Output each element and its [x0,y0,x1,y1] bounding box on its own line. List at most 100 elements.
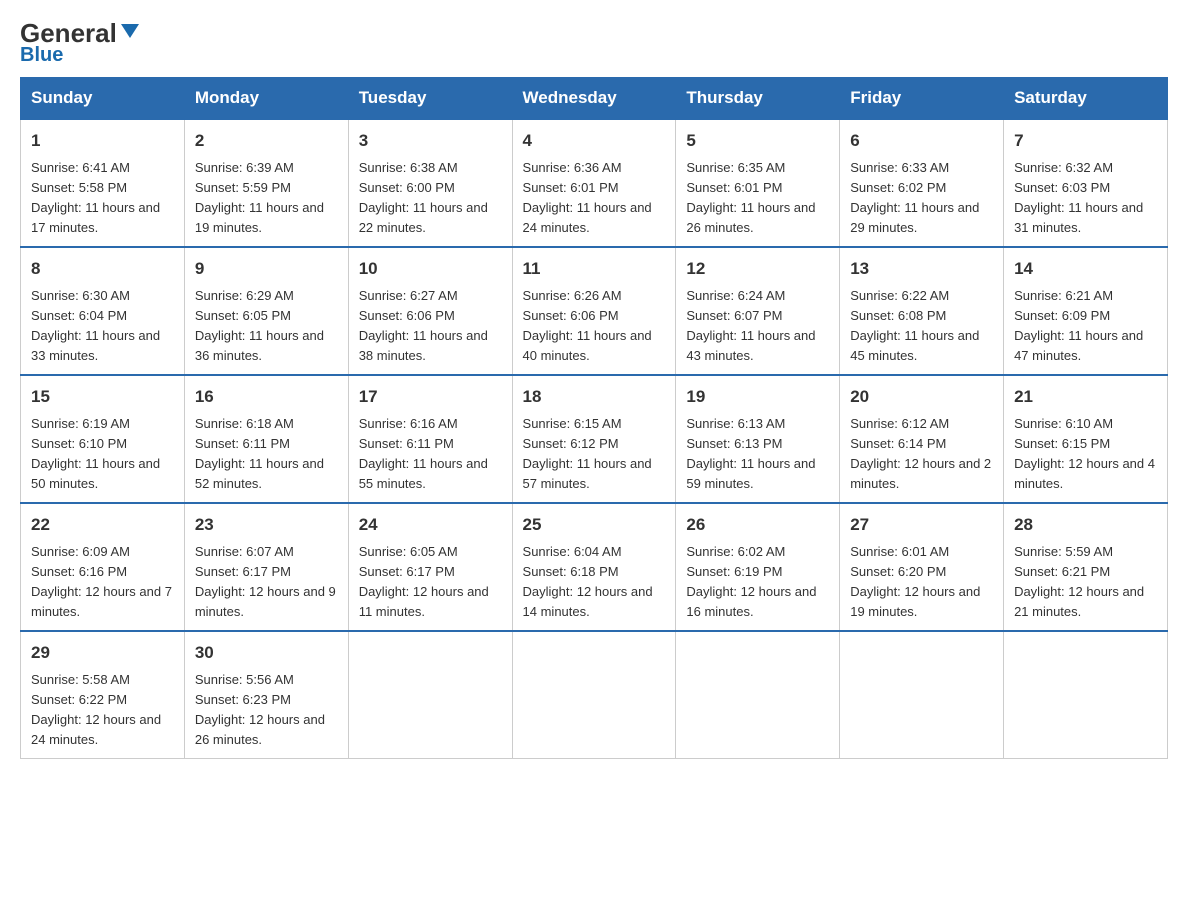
day-info: Sunrise: 5:59 AM Sunset: 6:21 PM Dayligh… [1014,542,1157,623]
calendar-cell: 25 Sunrise: 6:04 AM Sunset: 6:18 PM Dayl… [512,503,676,631]
day-number: 10 [359,256,502,282]
calendar-week-row: 29 Sunrise: 5:58 AM Sunset: 6:22 PM Dayl… [21,631,1168,759]
day-number: 5 [686,128,829,154]
day-info: Sunrise: 6:04 AM Sunset: 6:18 PM Dayligh… [523,542,666,623]
calendar-week-row: 22 Sunrise: 6:09 AM Sunset: 6:16 PM Dayl… [21,503,1168,631]
day-number: 3 [359,128,502,154]
calendar-cell: 20 Sunrise: 6:12 AM Sunset: 6:14 PM Dayl… [840,375,1004,503]
day-number: 23 [195,512,338,538]
calendar-cell: 7 Sunrise: 6:32 AM Sunset: 6:03 PM Dayli… [1004,119,1168,247]
day-info: Sunrise: 6:27 AM Sunset: 6:06 PM Dayligh… [359,286,502,367]
calendar-cell: 28 Sunrise: 5:59 AM Sunset: 6:21 PM Dayl… [1004,503,1168,631]
calendar-week-row: 15 Sunrise: 6:19 AM Sunset: 6:10 PM Dayl… [21,375,1168,503]
day-number: 1 [31,128,174,154]
calendar-header-wednesday: Wednesday [512,78,676,120]
day-number: 14 [1014,256,1157,282]
day-number: 29 [31,640,174,666]
day-info: Sunrise: 6:07 AM Sunset: 6:17 PM Dayligh… [195,542,338,623]
calendar-cell: 9 Sunrise: 6:29 AM Sunset: 6:05 PM Dayli… [184,247,348,375]
calendar-cell [512,631,676,759]
day-info: Sunrise: 6:09 AM Sunset: 6:16 PM Dayligh… [31,542,174,623]
day-number: 20 [850,384,993,410]
day-info: Sunrise: 5:56 AM Sunset: 6:23 PM Dayligh… [195,670,338,751]
calendar-cell: 4 Sunrise: 6:36 AM Sunset: 6:01 PM Dayli… [512,119,676,247]
day-number: 6 [850,128,993,154]
calendar-cell: 16 Sunrise: 6:18 AM Sunset: 6:11 PM Dayl… [184,375,348,503]
day-info: Sunrise: 6:12 AM Sunset: 6:14 PM Dayligh… [850,414,993,495]
calendar-cell: 23 Sunrise: 6:07 AM Sunset: 6:17 PM Dayl… [184,503,348,631]
day-number: 25 [523,512,666,538]
calendar-cell [348,631,512,759]
day-number: 13 [850,256,993,282]
calendar-cell: 22 Sunrise: 6:09 AM Sunset: 6:16 PM Dayl… [21,503,185,631]
day-info: Sunrise: 6:24 AM Sunset: 6:07 PM Dayligh… [686,286,829,367]
calendar-cell: 3 Sunrise: 6:38 AM Sunset: 6:00 PM Dayli… [348,119,512,247]
logo-general-text: General [20,20,117,46]
calendar-header-saturday: Saturday [1004,78,1168,120]
day-info: Sunrise: 6:10 AM Sunset: 6:15 PM Dayligh… [1014,414,1157,495]
day-info: Sunrise: 6:29 AM Sunset: 6:05 PM Dayligh… [195,286,338,367]
day-number: 22 [31,512,174,538]
day-info: Sunrise: 6:39 AM Sunset: 5:59 PM Dayligh… [195,158,338,239]
day-number: 9 [195,256,338,282]
day-info: Sunrise: 6:15 AM Sunset: 6:12 PM Dayligh… [523,414,666,495]
logo-blue-text: Blue [20,44,63,67]
calendar-cell: 2 Sunrise: 6:39 AM Sunset: 5:59 PM Dayli… [184,119,348,247]
day-number: 2 [195,128,338,154]
day-info: Sunrise: 6:21 AM Sunset: 6:09 PM Dayligh… [1014,286,1157,367]
day-info: Sunrise: 6:32 AM Sunset: 6:03 PM Dayligh… [1014,158,1157,239]
calendar-cell [1004,631,1168,759]
calendar-table: SundayMondayTuesdayWednesdayThursdayFrid… [20,77,1168,759]
day-number: 30 [195,640,338,666]
day-number: 24 [359,512,502,538]
day-number: 17 [359,384,502,410]
calendar-cell [676,631,840,759]
day-number: 15 [31,384,174,410]
calendar-header-friday: Friday [840,78,1004,120]
day-number: 11 [523,256,666,282]
day-info: Sunrise: 6:41 AM Sunset: 5:58 PM Dayligh… [31,158,174,239]
calendar-cell: 15 Sunrise: 6:19 AM Sunset: 6:10 PM Dayl… [21,375,185,503]
day-number: 26 [686,512,829,538]
calendar-cell: 29 Sunrise: 5:58 AM Sunset: 6:22 PM Dayl… [21,631,185,759]
day-info: Sunrise: 6:22 AM Sunset: 6:08 PM Dayligh… [850,286,993,367]
calendar-cell: 30 Sunrise: 5:56 AM Sunset: 6:23 PM Dayl… [184,631,348,759]
calendar-cell: 8 Sunrise: 6:30 AM Sunset: 6:04 PM Dayli… [21,247,185,375]
day-info: Sunrise: 6:16 AM Sunset: 6:11 PM Dayligh… [359,414,502,495]
calendar-week-row: 1 Sunrise: 6:41 AM Sunset: 5:58 PM Dayli… [21,119,1168,247]
calendar-cell: 27 Sunrise: 6:01 AM Sunset: 6:20 PM Dayl… [840,503,1004,631]
calendar-cell: 26 Sunrise: 6:02 AM Sunset: 6:19 PM Dayl… [676,503,840,631]
day-info: Sunrise: 6:02 AM Sunset: 6:19 PM Dayligh… [686,542,829,623]
calendar-cell: 17 Sunrise: 6:16 AM Sunset: 6:11 PM Dayl… [348,375,512,503]
day-number: 21 [1014,384,1157,410]
calendar-header-thursday: Thursday [676,78,840,120]
day-info: Sunrise: 6:38 AM Sunset: 6:00 PM Dayligh… [359,158,502,239]
calendar-cell: 5 Sunrise: 6:35 AM Sunset: 6:01 PM Dayli… [676,119,840,247]
calendar-cell: 1 Sunrise: 6:41 AM Sunset: 5:58 PM Dayli… [21,119,185,247]
day-number: 18 [523,384,666,410]
day-info: Sunrise: 6:13 AM Sunset: 6:13 PM Dayligh… [686,414,829,495]
day-info: Sunrise: 6:01 AM Sunset: 6:20 PM Dayligh… [850,542,993,623]
calendar-cell: 18 Sunrise: 6:15 AM Sunset: 6:12 PM Dayl… [512,375,676,503]
calendar-header-row: SundayMondayTuesdayWednesdayThursdayFrid… [21,78,1168,120]
logo-arrow-icon [119,20,141,42]
calendar-cell: 14 Sunrise: 6:21 AM Sunset: 6:09 PM Dayl… [1004,247,1168,375]
day-number: 12 [686,256,829,282]
calendar-cell [840,631,1004,759]
calendar-cell: 21 Sunrise: 6:10 AM Sunset: 6:15 PM Dayl… [1004,375,1168,503]
day-info: Sunrise: 6:33 AM Sunset: 6:02 PM Dayligh… [850,158,993,239]
day-info: Sunrise: 6:18 AM Sunset: 6:11 PM Dayligh… [195,414,338,495]
day-number: 27 [850,512,993,538]
calendar-cell: 19 Sunrise: 6:13 AM Sunset: 6:13 PM Dayl… [676,375,840,503]
logo: General Blue [20,20,141,67]
day-info: Sunrise: 6:36 AM Sunset: 6:01 PM Dayligh… [523,158,666,239]
day-info: Sunrise: 6:05 AM Sunset: 6:17 PM Dayligh… [359,542,502,623]
day-info: Sunrise: 6:35 AM Sunset: 6:01 PM Dayligh… [686,158,829,239]
day-number: 4 [523,128,666,154]
day-info: Sunrise: 6:26 AM Sunset: 6:06 PM Dayligh… [523,286,666,367]
calendar-header-monday: Monday [184,78,348,120]
day-number: 16 [195,384,338,410]
day-info: Sunrise: 5:58 AM Sunset: 6:22 PM Dayligh… [31,670,174,751]
calendar-header-sunday: Sunday [21,78,185,120]
calendar-header-tuesday: Tuesday [348,78,512,120]
